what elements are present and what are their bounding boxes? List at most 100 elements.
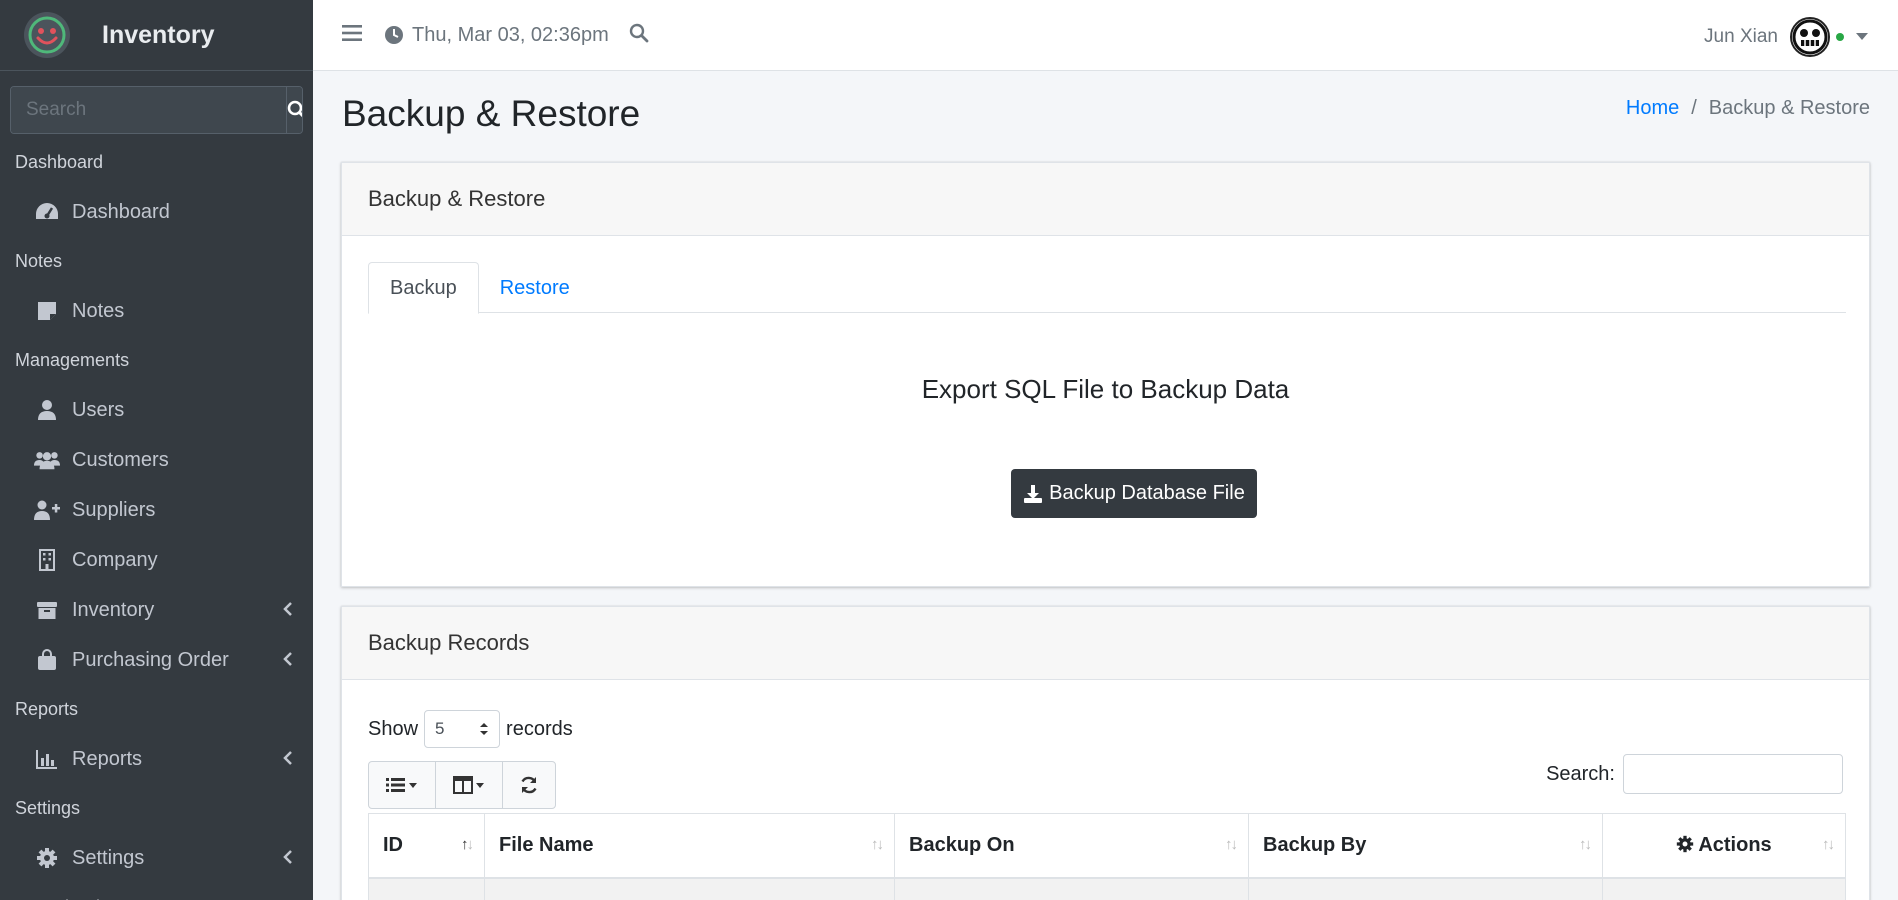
sidebar-item-label: Dashboard (72, 200, 170, 223)
column-header-id[interactable]: ID ↑↓ (368, 813, 485, 879)
nav-header-managements: Managements (15, 350, 130, 370)
refresh-button[interactable] (502, 761, 556, 809)
list-icon (386, 778, 417, 792)
page-title: Backup & Restore (342, 93, 641, 134)
chevron-left-icon (283, 602, 292, 616)
sidebar-item-customers[interactable]: Customers (0, 435, 313, 485)
datetime-display: Thu, Mar 03, 02:36pm (384, 24, 609, 47)
table-cell (894, 877, 1249, 900)
show-label: Show (368, 717, 419, 740)
menu-toggle-icon[interactable] (342, 24, 362, 47)
table-search-label: Search: (1546, 762, 1615, 785)
user-menu[interactable]: Jun Xian (1704, 17, 1868, 57)
chevron-left-icon (283, 751, 292, 765)
table-cell (484, 877, 895, 900)
sort-icon: ↑↓ (1225, 836, 1238, 853)
column-header-label: Backup On (909, 833, 1015, 856)
page-length-select[interactable]: 5 (424, 710, 501, 748)
column-header-label: ID (383, 833, 403, 856)
column-header-backup-on[interactable]: Backup On ↑↓ (894, 813, 1249, 879)
sidebar-item-label: Reports (72, 747, 143, 770)
chart-bar-icon (34, 746, 60, 772)
sort-icon: ↑↓ (1822, 836, 1835, 853)
clock-icon (385, 26, 403, 44)
gear-icon (34, 845, 60, 871)
caret-down-icon (1856, 33, 1868, 40)
search-icon (287, 100, 302, 118)
column-header-actions[interactable]: Actions ↑↓ (1602, 813, 1846, 879)
sidebar: Inventory Dashboard Dashboard Notes Note… (0, 0, 313, 900)
backup-records-card: Backup Records Show 5 records Search: ID… (341, 606, 1870, 900)
breadcrumb-home-link[interactable]: Home (1626, 97, 1679, 120)
nav-header-recycle-bin: Recycle Bin (0, 883, 313, 900)
sidebar-item-suppliers[interactable]: Suppliers (0, 485, 313, 535)
user-icon (34, 397, 60, 423)
building-icon (34, 547, 60, 573)
sidebar-item-label: Notes (72, 299, 125, 322)
sidebar-item-purchasing-order[interactable]: Purchasing Order (0, 635, 313, 685)
chevron-left-icon (283, 850, 292, 864)
column-header-backup-by[interactable]: Backup By ↑↓ (1248, 813, 1603, 879)
navbar-search-icon[interactable] (629, 23, 649, 48)
nav-header-reports: Reports (15, 699, 79, 719)
avatar (1790, 17, 1830, 57)
table-cell (1248, 877, 1603, 900)
tab-list: Backup Restore (368, 262, 1846, 314)
table-search: Search: (1546, 754, 1843, 794)
nav-header-settings: Settings (15, 798, 81, 818)
table-cell (368, 877, 485, 900)
box-icon (34, 597, 60, 623)
top-navbar: Thu, Mar 03, 02:36pm Jun Xian (313, 0, 1898, 71)
table-search-input[interactable] (1623, 754, 1843, 794)
chevron-left-icon (283, 652, 292, 666)
sidebar-item-label: Company (72, 548, 158, 571)
page-length-value: 5 (435, 719, 445, 738)
backup-database-button[interactable]: Backup Database File (1011, 469, 1257, 518)
tab-backup[interactable]: Backup (368, 262, 479, 314)
sidebar-item-company[interactable]: Company (0, 535, 313, 585)
download-icon (1024, 484, 1043, 503)
card-header: Backup Records (342, 607, 1869, 680)
nav-header-notes: Notes (15, 251, 63, 271)
refresh-icon (521, 776, 537, 794)
backup-restore-card: Backup & Restore Backup Restore Export S… (341, 162, 1870, 587)
breadcrumb-current: Backup & Restore (1708, 97, 1870, 119)
sidebar-item-reports[interactable]: Reports (0, 734, 313, 784)
columns-icon (453, 776, 484, 794)
table-cell (1602, 877, 1846, 900)
brand-logo (24, 12, 70, 58)
sticky-note-icon (34, 298, 60, 324)
sidebar-item-users[interactable]: Users (0, 385, 313, 435)
sidebar-search (10, 86, 303, 134)
shopping-bag-icon (34, 647, 60, 673)
sidebar-item-dashboard[interactable]: Dashboard (0, 187, 313, 237)
sidebar-item-label: Users (72, 398, 125, 421)
main-content: Backup & Restore Home / Backup & Restore… (313, 71, 1898, 900)
card-header: Backup & Restore (342, 163, 1869, 236)
table-row[interactable] (368, 877, 1846, 900)
sidebar-item-label: Customers (72, 448, 169, 471)
user-name: Jun Xian (1704, 26, 1778, 47)
list-view-button[interactable] (368, 761, 436, 809)
column-header-label: Backup By (1263, 833, 1367, 856)
sidebar-item-label: Suppliers (72, 498, 156, 521)
sidebar-item-notes[interactable]: Notes (0, 286, 313, 336)
tab-restore[interactable]: Restore (479, 262, 591, 314)
sidebar-item-settings[interactable]: Settings (0, 833, 313, 883)
records-label: records (506, 717, 573, 740)
sort-icon: ↑↓ (461, 836, 474, 853)
sidebar-search-input[interactable] (11, 87, 286, 133)
sidebar-item-label: Inventory (72, 598, 155, 621)
brand-link[interactable]: Inventory (0, 0, 313, 71)
sidebar-item-inventory[interactable]: Inventory (0, 585, 313, 635)
column-header-file-name[interactable]: File Name ↑↓ (484, 813, 895, 879)
users-icon (34, 447, 60, 473)
columns-toggle-button[interactable] (435, 761, 503, 809)
sidebar-item-label: Settings (72, 846, 145, 869)
sort-icon: ↑↓ (871, 836, 884, 853)
sort-icon: ↑↓ (1579, 836, 1592, 853)
online-status-indicator (1836, 33, 1844, 41)
breadcrumb: Home / Backup & Restore (1626, 97, 1870, 120)
sidebar-search-button[interactable] (286, 87, 302, 133)
user-plus-icon (34, 497, 60, 523)
